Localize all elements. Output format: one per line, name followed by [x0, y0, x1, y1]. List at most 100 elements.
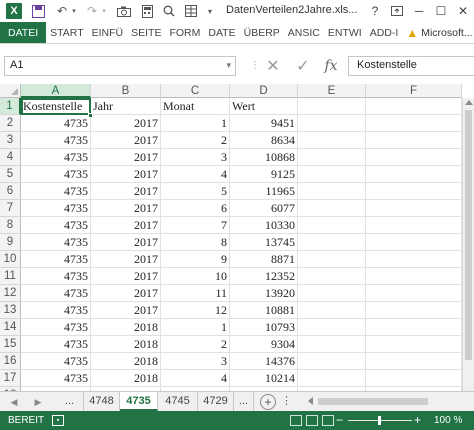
sheets-more-left[interactable]: ...	[56, 392, 84, 411]
cell-b17[interactable]: 2018	[91, 370, 161, 387]
calculator-icon[interactable]	[140, 3, 154, 19]
zoom-out-button[interactable]: −	[336, 413, 343, 427]
cell-d11[interactable]: 12352	[230, 268, 298, 285]
cell-b10[interactable]: 2017	[91, 251, 161, 268]
cell-a15[interactable]: 4735	[21, 336, 91, 353]
cell-b15[interactable]: 2018	[91, 336, 161, 353]
table-icon[interactable]	[184, 3, 198, 19]
row-header[interactable]: 17	[0, 370, 21, 387]
page-layout-view-icon[interactable]	[306, 415, 318, 426]
magnifier-icon[interactable]	[162, 3, 176, 19]
cell-a9[interactable]: 4735	[21, 234, 91, 251]
column-header-b[interactable]: B	[91, 84, 161, 98]
cell-d8[interactable]: 10330	[230, 217, 298, 234]
cell-f8[interactable]	[366, 217, 462, 234]
cell-b3[interactable]: 2017	[91, 132, 161, 149]
normal-view-icon[interactable]	[290, 415, 302, 426]
row-header[interactable]: 12	[0, 285, 21, 302]
macro-record-icon[interactable]: ▪	[52, 415, 64, 426]
cell-d16[interactable]: 14376	[230, 353, 298, 370]
cell-f12[interactable]	[366, 285, 462, 302]
cell-a1[interactable]: Kostenstelle	[21, 98, 91, 115]
cell-c14[interactable]: 1	[161, 319, 230, 336]
tab-entwicklertools[interactable]: ENTWI	[324, 22, 366, 43]
cell-b5[interactable]: 2017	[91, 166, 161, 183]
cell-a11[interactable]: 4735	[21, 268, 91, 285]
cell-e3[interactable]	[298, 132, 366, 149]
cell-d1[interactable]: Wert	[230, 98, 298, 115]
scroll-up-arrow-icon[interactable]	[465, 100, 473, 105]
column-header-f[interactable]: F	[366, 84, 462, 98]
horizontal-scrollbar[interactable]	[308, 396, 474, 408]
row-header[interactable]: 4	[0, 149, 21, 166]
cell-a7[interactable]: 4735	[21, 200, 91, 217]
row-header[interactable]: 9	[0, 234, 21, 251]
cell-f10[interactable]	[366, 251, 462, 268]
close-button[interactable]: ✕	[452, 0, 474, 22]
cell-b13[interactable]: 2017	[91, 302, 161, 319]
redo-icon[interactable]: ↷	[84, 3, 100, 19]
vertical-scrollbar[interactable]	[462, 98, 474, 391]
add-sheet-icon[interactable]: +	[260, 394, 276, 410]
cell-e5[interactable]	[298, 166, 366, 183]
row-header[interactable]: 5	[0, 166, 21, 183]
cell-c13[interactable]: 12	[161, 302, 230, 319]
formula-bar-resize-handle[interactable]: ⋮	[250, 58, 260, 74]
select-all-corner[interactable]	[0, 84, 21, 98]
cell-c1[interactable]: Monat	[161, 98, 230, 115]
sheets-more-right[interactable]: ...	[234, 392, 254, 411]
undo-dropdown-icon[interactable]: ▾	[70, 3, 78, 19]
next-sheet-arrow-icon[interactable]: ▶	[32, 395, 44, 409]
row-header[interactable]: 8	[0, 217, 21, 234]
cancel-icon[interactable]: ✕	[262, 56, 284, 76]
cell-d15[interactable]: 9304	[230, 336, 298, 353]
cell-f5[interactable]	[366, 166, 462, 183]
cell-f11[interactable]	[366, 268, 462, 285]
cell-c10[interactable]: 9	[161, 251, 230, 268]
cell-c11[interactable]: 10	[161, 268, 230, 285]
excel-logo-icon[interactable]: X	[6, 3, 22, 19]
vertical-scroll-thumb[interactable]	[465, 110, 472, 360]
cell-a14[interactable]: 4735	[21, 319, 91, 336]
cell-a13[interactable]: 4735	[21, 302, 91, 319]
cell-a5[interactable]: 4735	[21, 166, 91, 183]
zoom-slider-thumb[interactable]	[378, 416, 381, 425]
cell-a4[interactable]: 4735	[21, 149, 91, 166]
cell-b12[interactable]: 2017	[91, 285, 161, 302]
cell-a3[interactable]: 4735	[21, 132, 91, 149]
row-header[interactable]: 16	[0, 353, 21, 370]
tab-seitenlayout[interactable]: SEITE	[127, 22, 165, 43]
row-header[interactable]: 15	[0, 336, 21, 353]
cell-a10[interactable]: 4735	[21, 251, 91, 268]
row-header[interactable]: 13	[0, 302, 21, 319]
page-break-view-icon[interactable]	[322, 415, 334, 426]
worksheet-grid[interactable]: A B C D E F 1 Kostenstelle Jahr Monat Wert 2 4…	[0, 84, 474, 391]
cell-f2[interactable]	[366, 115, 462, 132]
cell-c15[interactable]: 2	[161, 336, 230, 353]
cell-c4[interactable]: 3	[161, 149, 230, 166]
cell-c3[interactable]: 2	[161, 132, 230, 149]
insert-function-icon[interactable]: fx	[320, 56, 342, 76]
row-header[interactable]: 7	[0, 200, 21, 217]
tab-einfuegen[interactable]: EINFÜ	[88, 22, 128, 43]
sheet-tab-4745[interactable]: 4745	[158, 392, 198, 411]
cell-f14[interactable]	[366, 319, 462, 336]
cell-b8[interactable]: 2017	[91, 217, 161, 234]
cell-b6[interactable]: 2017	[91, 183, 161, 200]
camera-icon[interactable]	[116, 3, 132, 19]
cell-d2[interactable]: 9451	[230, 115, 298, 132]
minimize-button[interactable]: ─	[408, 0, 430, 22]
cell-b2[interactable]: 2017	[91, 115, 161, 132]
cell-c7[interactable]: 6	[161, 200, 230, 217]
cell-d7[interactable]: 6077	[230, 200, 298, 217]
zoom-level[interactable]: 100 %	[434, 415, 462, 426]
sheet-tab-4729[interactable]: 4729	[198, 392, 234, 411]
cell-e7[interactable]	[298, 200, 366, 217]
cell-b1[interactable]: Jahr	[91, 98, 161, 115]
cell-f16[interactable]	[366, 353, 462, 370]
ribbon-display-icon[interactable]	[386, 0, 408, 22]
cell-c8[interactable]: 7	[161, 217, 230, 234]
cell-e13[interactable]	[298, 302, 366, 319]
row-header[interactable]: 6	[0, 183, 21, 200]
column-header-e[interactable]: E	[298, 84, 366, 98]
